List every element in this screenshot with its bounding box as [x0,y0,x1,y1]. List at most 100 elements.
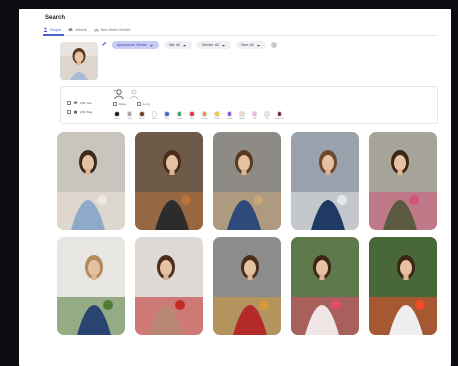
color-swatch-green[interactable]: Green [176,111,184,120]
color-swatch-gray[interactable]: Gray [126,111,134,120]
color-dot [264,111,270,117]
result-card[interactable] [213,132,281,230]
with-hat-checkbox[interactable] [67,100,71,105]
woman-flowershop-photo [369,132,437,230]
color-swatch-burgundy[interactable]: Burgundy [275,111,284,120]
move-label: Move [119,102,127,106]
color-label: Brown [139,118,145,120]
bag-icon [74,110,77,114]
color-label: Blue [164,118,169,120]
tab-non-motor-vehicle[interactable]: Non-Motor Vehicle [93,27,130,32]
color-dot [189,111,195,117]
color-dot [139,111,145,117]
color-swatch-orange[interactable]: Orange [201,111,209,120]
gender-filter-label: Gender: All [201,43,219,47]
color-dot [214,111,220,117]
person-icon [43,27,48,32]
chevron-down-icon [149,44,153,46]
color-swatch-pink[interactable]: Pink [251,111,259,120]
with-bag-option[interactable]: With Bag [67,109,92,114]
color-label: Pink [252,118,257,120]
color-dot [151,111,158,117]
query-face-image[interactable] [60,42,98,80]
color-label: Orange [201,118,208,120]
color-dot [164,111,170,117]
with-hat-option[interactable]: With Hat [67,100,92,105]
move-checkbox[interactable] [113,102,117,106]
info-icon[interactable] [270,42,277,48]
color-label: Red [190,118,194,120]
color-swatch-pale[interactable]: Pale [263,111,271,120]
person-outline-icon[interactable] [129,89,139,99]
result-card[interactable] [135,132,203,230]
color-label: Yellow [214,118,220,120]
appearance-filter[interactable]: Appearance Similar [112,41,159,49]
woman-pottery-photo [135,132,203,230]
color-label: Beige [239,118,245,120]
accessory-checkboxes: With Hat With Bag [67,100,92,114]
color-dot [201,111,208,117]
hat-icon [73,101,78,104]
tab-label: People [50,27,62,32]
appearance-filter-label: Appearance Similar [117,43,147,47]
color-swatches: Black Gray Brown White Blue Green Red Orange Yel… [113,111,284,120]
with-hat-label: With Hat [80,100,92,105]
color-swatch-purple[interactable]: Purple [226,111,234,120]
woman-portrait-photo [60,42,98,80]
with-bag-checkbox[interactable] [67,109,71,114]
long-option[interactable]: Long [137,102,150,106]
result-card[interactable] [57,132,125,230]
color-label: Black [114,118,120,120]
gender-filter[interactable]: Gender: All [196,41,231,49]
color-dot [126,111,133,117]
body-outline-icon[interactable] [113,89,125,99]
result-card[interactable] [369,132,437,230]
result-card[interactable] [369,237,437,335]
tabs-divider [43,35,438,36]
result-card[interactable] [57,237,125,335]
results-grid [57,132,439,335]
result-card[interactable] [213,237,281,335]
color-dot [176,111,183,117]
color-swatch-white[interactable]: White [151,111,159,120]
filter-bar: Appearance Similar Site: All Gender: All… [112,41,277,49]
active-tab-indicator [43,34,64,36]
chevron-down-icon [182,44,186,46]
category-tabs: People Vehicle Non-Motor Vehicle [43,27,130,32]
color-dot [226,111,233,117]
color-swatch-blue[interactable]: Blue [163,111,171,120]
long-checkbox[interactable] [137,102,141,106]
site-filter-label: Site: All [168,43,180,47]
color-dot [251,111,258,117]
color-dot [239,111,245,117]
color-label: Burgundy [275,118,284,120]
result-card[interactable] [291,132,359,230]
color-label: Green [176,118,183,120]
result-card[interactable] [291,237,359,335]
color-dot [114,111,120,117]
move-option[interactable]: Move [113,102,126,106]
color-swatch-brown[interactable]: Brown [138,111,146,120]
color-label: White [151,118,158,120]
car-icon [68,28,73,31]
attribute-panel: With Hat With Bag Move Long Black Gray Bro… [60,86,438,124]
result-card[interactable] [135,237,203,335]
bike-icon [93,28,99,32]
color-swatch-yellow[interactable]: Yellow [213,111,221,120]
tab-label: Vehicle [75,27,87,32]
site-filter[interactable]: Site: All [163,41,192,49]
time-filter[interactable]: Time: All [235,41,266,49]
color-label: Pale [264,118,269,120]
color-swatch-beige[interactable]: Beige [238,111,246,120]
with-bag-label: With Bag [80,109,93,114]
color-swatch-black[interactable]: Black [113,111,121,120]
tab-people[interactable]: People [43,27,61,32]
woman-greenhouse-photo [291,237,359,335]
edit-icon[interactable] [101,41,107,47]
woman-red-shirt-photo [213,237,281,335]
woman-wreath-photo [57,237,125,335]
woman-warehouse-photo [213,132,281,230]
tab-vehicle[interactable]: Vehicle [68,27,87,32]
color-swatch-red[interactable]: Red [188,111,196,120]
chevron-down-icon [256,44,260,46]
